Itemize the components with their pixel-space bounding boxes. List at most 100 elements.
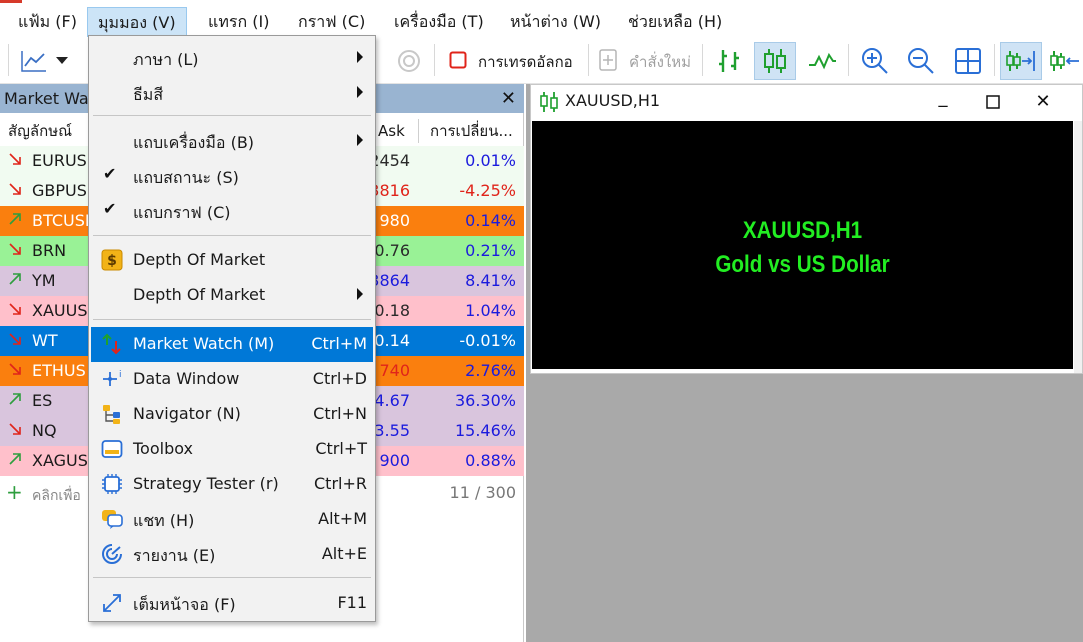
column-header-change[interactable]: การเปลี่ยน... <box>430 118 513 144</box>
menu-item-chat[interactable]: แชท (H) Alt+M <box>91 502 373 537</box>
menu-item-label: Depth Of Market <box>133 285 266 304</box>
submenu-arrow-icon <box>357 134 363 146</box>
market-watch-icon <box>101 333 123 355</box>
chart-canvas[interactable]: XAUUSD,H1 Gold vs US Dollar <box>532 121 1073 369</box>
menu-item-depth-of-market[interactable]: $ Depth Of Market <box>91 243 373 278</box>
symbol-cell: GBPUS <box>32 181 87 200</box>
arrow-down-icon <box>8 332 24 348</box>
change-cell: 0.14% <box>465 211 516 230</box>
menu-item-toolbox[interactable]: Toolbox Ctrl+T <box>91 432 373 467</box>
menu-item-label: Toolbox <box>133 439 193 458</box>
bar-chart-icon[interactable] <box>712 44 746 78</box>
candlestick-icon[interactable] <box>754 42 796 80</box>
close-icon[interactable]: ✕ <box>1029 89 1057 115</box>
arrow-down-icon <box>8 422 24 438</box>
menu-item-data-window[interactable]: i Data Window Ctrl+D <box>91 362 373 397</box>
change-cell: 8.41% <box>465 271 516 290</box>
symbol-cell: WT <box>32 331 58 350</box>
menu-separator <box>93 115 371 116</box>
menu-item-label: Data Window <box>133 369 240 388</box>
column-header-ask[interactable]: Ask <box>378 118 405 144</box>
toolbar-separator <box>588 44 589 76</box>
line-chart-icon[interactable] <box>804 44 840 78</box>
maximize-icon[interactable] <box>979 89 1007 115</box>
plus-icon[interactable]: + <box>6 480 23 504</box>
arrow-down-icon <box>8 182 24 198</box>
algo-trading-button[interactable]: การเทรดอัลกอ <box>478 50 573 74</box>
arrow-up-icon <box>8 452 24 468</box>
menu-item-market-watch[interactable]: Market Watch (M) Ctrl+M <box>91 327 373 362</box>
menu-file[interactable]: แฟ้ม (F) <box>8 7 87 37</box>
menu-item-depth-of-market-submenu[interactable]: Depth Of Market <box>91 278 373 313</box>
menu-item-strategy-tester[interactable]: Strategy Tester (r) Ctrl+R <box>91 467 373 502</box>
menu-item-label: Market Watch (M) <box>133 334 275 353</box>
auto-scroll-icon[interactable] <box>1048 44 1083 78</box>
menu-item-chart-bar[interactable]: ✔ แถบกราฟ (C) <box>91 194 373 229</box>
menu-item-label: Strategy Tester (r) <box>133 474 279 493</box>
menu-tools[interactable]: เครื่องมือ (T) <box>384 7 494 37</box>
algo-trading-stop-icon[interactable] <box>448 50 468 70</box>
add-symbol-hint[interactable]: คลิกเพื่อ <box>32 485 81 507</box>
menu-separator <box>93 577 371 578</box>
ask-cell: 0.76 <box>374 241 410 260</box>
menu-insert[interactable]: แทรก (I) <box>198 7 279 37</box>
chart-window-titlebar[interactable]: XAUUSD,H1 _ ✕ <box>531 85 1082 119</box>
menu-item-navigator[interactable]: Navigator (N) Ctrl+N <box>91 397 373 432</box>
fullscreen-icon <box>101 592 123 614</box>
menu-bar: แฟ้ม (F) มุมมอง (V) แทรก (I) กราฟ (C) เค… <box>0 4 1083 38</box>
depth-of-market-icon: $ <box>101 249 123 271</box>
ask-cell: 4.67 <box>374 391 410 410</box>
app-accent-strip <box>0 0 22 3</box>
menu-window[interactable]: หน้าต่าง (W) <box>500 7 611 37</box>
close-icon[interactable]: ✕ <box>501 84 516 113</box>
chat-icon <box>101 508 123 530</box>
menu-item-label: แชท (H) <box>133 511 195 530</box>
chart-scrollbar[interactable] <box>1074 121 1082 373</box>
chart-line-icon[interactable] <box>18 46 50 76</box>
menu-item-report[interactable]: รายงาน (E) Alt+E <box>91 537 373 572</box>
menu-view[interactable]: มุมมอง (V) <box>87 7 187 37</box>
arrow-up-icon <box>8 212 24 228</box>
zoom-out-icon[interactable] <box>904 44 938 78</box>
menu-item-fullscreen[interactable]: เต็มหน้าจอ (F) F11 <box>91 586 373 621</box>
chart-shift-icon[interactable] <box>1000 42 1042 80</box>
market-watch-title-text: Market Wa <box>4 89 89 108</box>
change-cell: -0.01% <box>459 331 516 350</box>
menu-item-shortcut: Ctrl+R <box>314 474 367 493</box>
toolbar-separator <box>848 44 849 76</box>
new-order-icon[interactable] <box>598 48 620 72</box>
menu-item-toolbars[interactable]: แถบเครื่องมือ (B) <box>91 124 373 159</box>
toolbox-icon <box>101 438 123 460</box>
zoom-in-icon[interactable] <box>858 44 892 78</box>
new-order-button[interactable]: คำสั่งใหม่ <box>629 50 691 74</box>
menu-item-label: Navigator (N) <box>133 404 241 423</box>
tile-windows-icon[interactable] <box>950 44 986 78</box>
checkmark-icon: ✔ <box>103 164 117 183</box>
strategy-tester-icon <box>101 473 123 495</box>
change-cell: -4.25% <box>459 181 516 200</box>
change-cell: 0.01% <box>465 151 516 170</box>
symbol-cell: XAGUS <box>32 451 88 470</box>
menu-chart[interactable]: กราฟ (C) <box>288 7 375 37</box>
menu-item-shortcut: Ctrl+D <box>312 369 367 388</box>
menu-help[interactable]: ช่วยเหลือ (H) <box>618 7 732 37</box>
minimize-icon[interactable]: _ <box>929 85 957 111</box>
change-cell: 2.76% <box>465 361 516 380</box>
candlestick-icon <box>539 91 559 117</box>
ask-cell: 0.18 <box>374 301 410 320</box>
menu-item-theme[interactable]: ธีมสี <box>91 76 373 111</box>
column-header-symbol[interactable]: สัญลักษณ์ <box>8 118 72 144</box>
chevron-down-icon[interactable] <box>54 54 70 68</box>
toolbar-separator <box>994 44 995 76</box>
change-cell: 36.30% <box>454 391 516 410</box>
menu-item-language[interactable]: ภาษา (L) <box>91 41 373 76</box>
menu-item-shortcut: F11 <box>337 593 367 612</box>
chart-window[interactable]: XAUUSD,H1 _ ✕ XAUUSD,H1 Gold vs US Dolla… <box>530 84 1083 374</box>
menu-item-status-bar[interactable]: ✔ แถบสถานะ (S) <box>91 159 373 194</box>
column-divider[interactable] <box>418 119 419 143</box>
arrow-up-icon <box>8 392 24 408</box>
signals-icon[interactable] <box>394 46 424 76</box>
change-cell: 15.46% <box>454 421 516 440</box>
ask-cell: 740 <box>379 361 410 380</box>
menu-item-shortcut: Ctrl+M <box>311 334 367 353</box>
